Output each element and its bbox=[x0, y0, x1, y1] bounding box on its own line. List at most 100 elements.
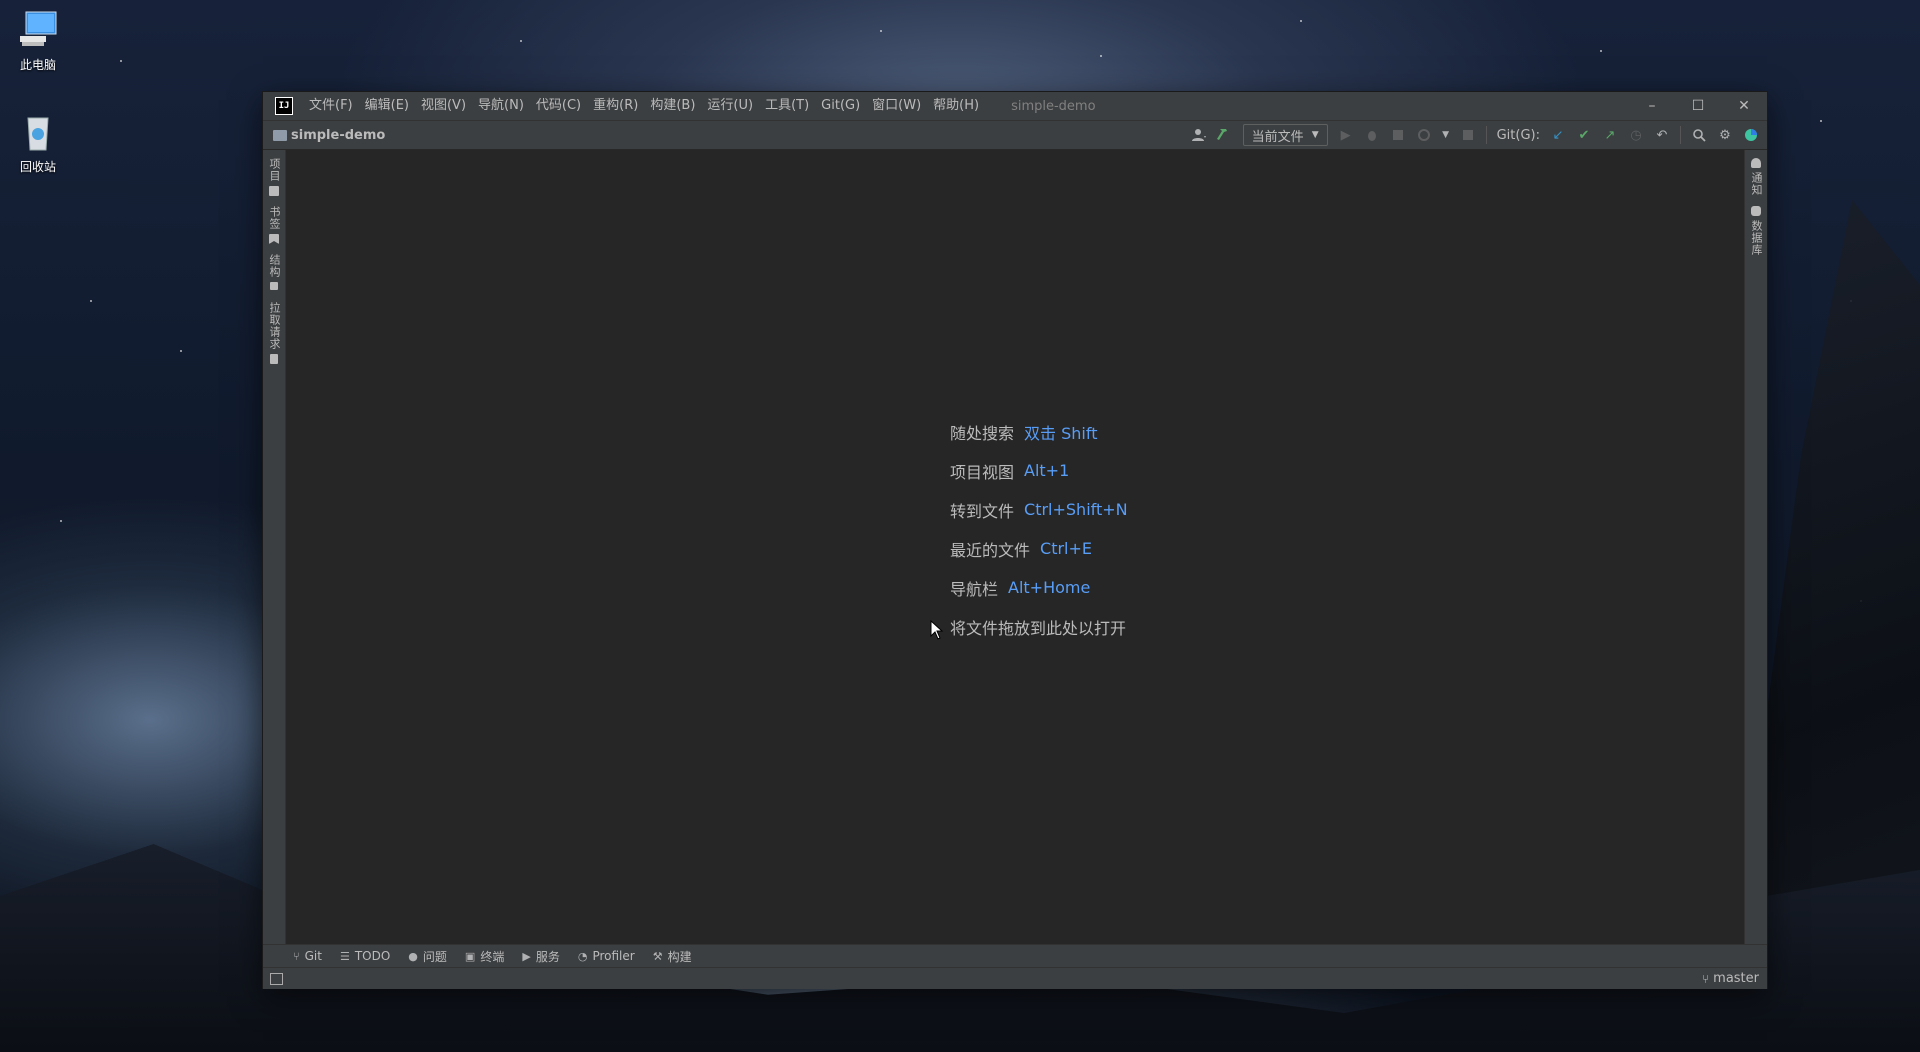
debug-icon[interactable] bbox=[1364, 127, 1380, 143]
terminal-icon: ▣ bbox=[464, 949, 476, 963]
chevron-down-icon[interactable]: ▼ bbox=[1442, 127, 1450, 143]
git-commit-icon[interactable]: ✔ bbox=[1576, 127, 1592, 143]
hint-shortcut[interactable]: Ctrl+Shift+N bbox=[1024, 500, 1128, 519]
tool-tab-label: 问题 bbox=[422, 949, 447, 964]
tool-tab-build[interactable]: ⚒ 构建 bbox=[653, 948, 692, 965]
profiler-icon: ◔ bbox=[577, 949, 588, 963]
tool-tab-notifications[interactable]: 通知 bbox=[1745, 158, 1767, 200]
bookmark-icon bbox=[269, 234, 279, 244]
history-icon[interactable]: ◷ bbox=[1628, 127, 1644, 143]
desktop-icon-label: 此电脑 bbox=[19, 58, 56, 72]
pull-request-icon bbox=[270, 354, 278, 364]
menu-navigate[interactable]: 导航(N) bbox=[472, 92, 530, 120]
tool-tab-label: 项目 bbox=[268, 158, 281, 182]
chevron-down-icon: ▼ bbox=[1311, 130, 1319, 140]
tool-tab-label: 数据库 bbox=[1750, 220, 1763, 256]
tool-tab-label: 终端 bbox=[480, 949, 505, 964]
branch-icon: ⑂ bbox=[293, 949, 300, 963]
hint-label: 最近的文件 bbox=[950, 540, 1031, 560]
menu-help[interactable]: 帮助(H) bbox=[927, 92, 985, 120]
coverage-icon[interactable] bbox=[1390, 127, 1406, 143]
rollback-icon[interactable]: ↶ bbox=[1654, 127, 1670, 143]
minimize-button[interactable]: – bbox=[1629, 92, 1675, 120]
git-branch-widget[interactable]: ⑂ master bbox=[1702, 971, 1759, 986]
bottom-tool-tabs: ⑂ Git ☰ TODO ● 问题 ▣ 终端 ▶ 服务 ◔ Profiler ⚒… bbox=[263, 944, 1767, 967]
tool-tab-label: TODO bbox=[354, 949, 391, 963]
tool-tab-profiler[interactable]: ◔ Profiler bbox=[578, 949, 635, 963]
tool-tab-label: 通知 bbox=[1750, 172, 1763, 196]
structure-icon bbox=[270, 282, 278, 290]
hint-shortcut[interactable]: Alt+Home bbox=[1008, 578, 1090, 597]
profile-icon[interactable] bbox=[1416, 127, 1432, 143]
maximize-button[interactable]: ☐ bbox=[1675, 92, 1721, 120]
welcome-hints: 随处搜索 双击 Shift 项目视图 Alt+1 转到文件 Ctrl+Shift… bbox=[950, 412, 1136, 646]
user-icon[interactable] bbox=[1191, 127, 1207, 143]
menu-edit[interactable]: 编辑(E) bbox=[359, 92, 415, 120]
main-menu: 文件(F) 编辑(E) 视图(V) 导航(N) 代码(C) 重构(R) 构建(B… bbox=[303, 92, 985, 120]
list-icon: ☰ bbox=[339, 949, 350, 963]
title-bar[interactable]: IJ 文件(F) 编辑(E) 视图(V) 导航(N) 代码(C) 重构(R) 构… bbox=[263, 92, 1767, 120]
intellij-logo-icon: IJ bbox=[275, 97, 293, 115]
menu-code[interactable]: 代码(C) bbox=[530, 92, 587, 120]
tool-tab-structure[interactable]: 结构 bbox=[263, 254, 285, 290]
tool-tab-label: 书签 bbox=[268, 206, 281, 230]
tool-tab-todo[interactable]: ☰ TODO bbox=[340, 949, 390, 963]
menu-view[interactable]: 视图(V) bbox=[415, 92, 472, 120]
tool-tab-label: 服务 bbox=[535, 949, 560, 964]
gear-icon[interactable]: ⚙ bbox=[1717, 127, 1733, 143]
window-title: simple-demo bbox=[1011, 98, 1096, 114]
desktop-icon-this-pc[interactable]: 此电脑 bbox=[0, 8, 76, 73]
tool-tab-terminal[interactable]: ▣ 终端 bbox=[465, 948, 504, 965]
hint-label: 转到文件 bbox=[950, 501, 1015, 521]
menu-build[interactable]: 构建(B) bbox=[644, 92, 701, 120]
stop-icon[interactable] bbox=[1460, 127, 1476, 143]
main-toolbar: 当前文件 ▼ ▶ ▼ Git(G): ↙ ✔ ↗ ◷ ↶ ⚙ bbox=[1191, 121, 1759, 149]
menu-file[interactable]: 文件(F) bbox=[303, 92, 359, 120]
tool-tab-label: 拉取请求 bbox=[268, 302, 281, 350]
left-tool-strip: 项目 书签 结构 拉取请求 bbox=[263, 150, 286, 944]
desktop-icon-recycle-bin[interactable]: 回收站 bbox=[0, 110, 76, 175]
menu-git[interactable]: Git(G) bbox=[815, 92, 866, 120]
bell-icon bbox=[1751, 158, 1761, 168]
hint-label: 项目视图 bbox=[950, 462, 1015, 482]
tool-tab-services[interactable]: ▶ 服务 bbox=[522, 948, 559, 965]
folder-icon bbox=[273, 129, 287, 141]
menu-tools[interactable]: 工具(T) bbox=[759, 92, 815, 120]
status-bar: ⑂ master bbox=[263, 967, 1767, 989]
run-configuration-select[interactable]: 当前文件 ▼ bbox=[1242, 124, 1328, 146]
hint-navigation-bar: 导航栏 Alt+Home bbox=[950, 568, 1136, 607]
editor-empty-state[interactable]: 随处搜索 双击 Shift 项目视图 Alt+1 转到文件 Ctrl+Shift… bbox=[286, 150, 1744, 944]
run-icon[interactable]: ▶ bbox=[1338, 127, 1354, 143]
folder-icon bbox=[269, 186, 279, 196]
tool-tab-database[interactable]: 数据库 bbox=[1745, 206, 1767, 260]
hint-shortcut[interactable]: Ctrl+E bbox=[1040, 539, 1092, 558]
toggle-tool-windows-icon[interactable] bbox=[270, 972, 283, 985]
tool-tab-pull-requests[interactable]: 拉取请求 bbox=[263, 302, 285, 364]
right-tool-strip: 通知 数据库 bbox=[1744, 150, 1767, 944]
tool-tab-project[interactable]: 项目 bbox=[263, 158, 285, 196]
build-hammer-icon[interactable] bbox=[1216, 127, 1233, 143]
recycle-bin-icon bbox=[16, 110, 60, 154]
navigation-bar: simple-demo 当前文件 ▼ ▶ ▼ Git(G): ↙ ✔ ↗ ◷ ↶… bbox=[263, 120, 1767, 150]
hint-shortcut[interactable]: 双击 Shift bbox=[1024, 420, 1097, 444]
close-button[interactable]: ✕ bbox=[1721, 92, 1767, 120]
computer-icon bbox=[16, 8, 60, 52]
hint-drop-files: 将文件拖放到此处以打开 bbox=[950, 607, 1136, 646]
menu-refactor[interactable]: 重构(R) bbox=[587, 92, 644, 120]
tool-tab-problems[interactable]: ● 问题 bbox=[408, 948, 447, 965]
git-update-icon[interactable]: ↙ bbox=[1550, 127, 1566, 143]
ide-window: IJ 文件(F) 编辑(E) 视图(V) 导航(N) 代码(C) 重构(R) 构… bbox=[263, 92, 1767, 989]
database-icon bbox=[1751, 206, 1761, 216]
menu-window[interactable]: 窗口(W) bbox=[866, 92, 927, 120]
menu-run[interactable]: 运行(U) bbox=[701, 92, 759, 120]
breadcrumb[interactable]: simple-demo bbox=[273, 128, 385, 143]
hint-label: 导航栏 bbox=[950, 579, 999, 599]
toolbar-separator bbox=[1485, 126, 1487, 144]
tool-tab-git[interactable]: ⑂ Git bbox=[293, 949, 322, 963]
tool-tab-bookmarks[interactable]: 书签 bbox=[263, 206, 285, 244]
git-push-icon[interactable]: ↗ bbox=[1602, 127, 1618, 143]
jetbrains-toolbox-icon[interactable] bbox=[1743, 127, 1759, 143]
search-icon[interactable] bbox=[1691, 127, 1707, 143]
tool-tab-label: Git bbox=[304, 949, 322, 963]
hint-shortcut[interactable]: Alt+1 bbox=[1024, 461, 1069, 480]
